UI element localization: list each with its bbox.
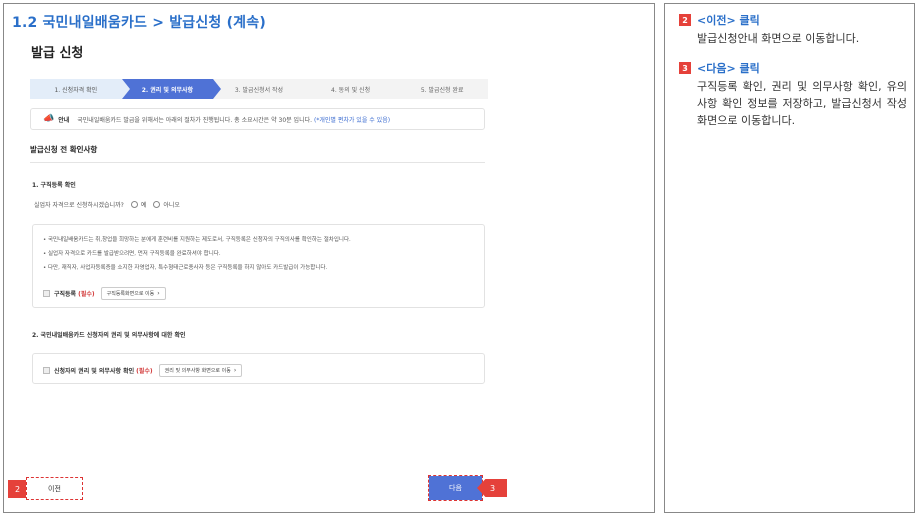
page-subtitle: 발급 신청 bbox=[31, 46, 84, 61]
notes-panel: 2 <이전> 클릭 발급신청안내 화면으로 이동합니다. 3 <다음> 클릭 구… bbox=[664, 3, 915, 513]
go-rights-duties-button[interactable]: 권리 및 의무사항 화면으로 이동 › bbox=[158, 364, 243, 377]
note-next-title: <다음> 클릭 bbox=[697, 62, 760, 75]
q1-bullet: • 실업자 자격으로 카드를 발급받으려면, 먼저 구직등록을 완료하셔야 합니… bbox=[43, 251, 221, 257]
q1-info-box: • 국민내일배움카드는 취,창업을 희망하는 분에게 훈련비를 지원하는 제도로… bbox=[32, 224, 485, 308]
job-registration-label: 구직등록 bbox=[54, 291, 77, 298]
note-prev: 2 <이전> 클릭 발급신청안내 화면으로 이동합니다. bbox=[679, 12, 907, 47]
q2-box: 신청자의 권리 및 의무사항 확인 (필수) 권리 및 의무사항 화면으로 이동… bbox=[32, 353, 485, 384]
note-number-badge: 2 bbox=[679, 14, 691, 26]
note-next-head: 3 <다음> 클릭 bbox=[679, 60, 907, 76]
note-number-badge: 3 bbox=[679, 62, 691, 74]
section-divider bbox=[30, 162, 485, 163]
radio-yes-label: 예 bbox=[140, 202, 147, 209]
rights-duties-checkbox[interactable] bbox=[43, 367, 50, 374]
q1-bullet: • 다만, 재직자, 사업자등록증을 소지한 자영업자, 특수형태근로종사자 등… bbox=[43, 265, 328, 271]
q1-question-row: 실업자 자격으로 신청하시겠습니까? 예 아니오 bbox=[34, 200, 180, 209]
radio-no[interactable] bbox=[153, 201, 161, 208]
q1-question: 실업자 자격으로 신청하시겠습니까? bbox=[34, 202, 124, 209]
radio-yes[interactable] bbox=[130, 201, 138, 208]
radio-no-label: 아니오 bbox=[163, 202, 180, 209]
chevron-right-icon: › bbox=[233, 367, 237, 374]
screen-panel: 1.2 국민내일배움카드 > 발급신청 (계속) 발급 신청 1. 신청자격 확… bbox=[3, 3, 655, 513]
section-title: 발급신청 전 확인사항 bbox=[30, 145, 98, 154]
go-job-registration-label: 구직등록화면으로 이동 bbox=[106, 291, 155, 297]
note-prev-title: <이전> 클릭 bbox=[697, 14, 760, 27]
rights-duties-label: 신청자의 권리 및 의무사항 확인 bbox=[54, 368, 135, 375]
prev-button[interactable]: 이전 bbox=[26, 477, 83, 500]
q1-check-row: 구직등록 (필수) 구직등록화면으로 이동 › bbox=[43, 287, 166, 300]
note-prev-body: 발급신청안내 화면으로 이동합니다. bbox=[697, 32, 860, 45]
page-title: 1.2 국민내일배움카드 > 발급신청 (계속) bbox=[12, 15, 266, 31]
next-button[interactable]: 다음 bbox=[428, 475, 483, 501]
notice-text: 국민내일배움카드 발급을 위해서는 아래의 절차가 진행됩니다. 총 소요시간은… bbox=[77, 116, 313, 124]
megaphone-icon: 📣 bbox=[43, 114, 55, 124]
go-rights-duties-label: 권리 및 의무사항 화면으로 이동 bbox=[164, 368, 231, 374]
job-registration-checkbox[interactable] bbox=[43, 290, 50, 297]
step-3: 3. 발급신청서 작성 bbox=[213, 79, 313, 99]
note-next: 3 <다음> 클릭 구직등록 확인, 권리 및 의무사항 확인, 유의사항 확인… bbox=[679, 60, 907, 129]
q1-title: 1. 구직등록 확인 bbox=[32, 182, 76, 189]
go-job-registration-button[interactable]: 구직등록화면으로 이동 › bbox=[100, 287, 166, 300]
note-prev-head: 2 <이전> 클릭 bbox=[679, 12, 907, 28]
note-next-body: 구직등록 확인, 권리 및 의무사항 확인, 유의사항 확인 정보를 저장하고,… bbox=[697, 80, 907, 127]
q1-bullet: • 국민내일배움카드는 취,창업을 희망하는 분에게 훈련비를 지원하는 제도로… bbox=[43, 237, 351, 243]
step-2: 2. 권리 및 의무사항 bbox=[121, 79, 221, 99]
step-4: 4. 동의 및 신청 bbox=[304, 79, 404, 99]
notice-subtext: (*개인별 편차가 있을 수 있음) bbox=[314, 116, 391, 124]
required-badge: (필수) bbox=[78, 291, 95, 298]
required-badge: (필수) bbox=[136, 368, 153, 375]
step-progress: 1. 신청자격 확인 2. 권리 및 의무사항 3. 발급신청서 작성 4. 동… bbox=[30, 79, 488, 99]
q2-title: 2. 국민내일배움카드 신청자의 권리 및 의무사항에 대한 확인 bbox=[32, 332, 186, 339]
notice-tag: 안내 bbox=[58, 116, 70, 124]
chevron-right-icon: › bbox=[157, 290, 160, 297]
step-5: 5. 발급신청 완료 bbox=[396, 79, 488, 99]
notice-box: 📣 안내 국민내일배움카드 발급을 위해서는 아래의 절차가 진행됩니다. 총 … bbox=[30, 108, 485, 130]
q2-check-row: 신청자의 권리 및 의무사항 확인 (필수) 권리 및 의무사항 화면으로 이동… bbox=[43, 364, 243, 377]
step-1: 1. 신청자격 확인 bbox=[30, 79, 130, 99]
